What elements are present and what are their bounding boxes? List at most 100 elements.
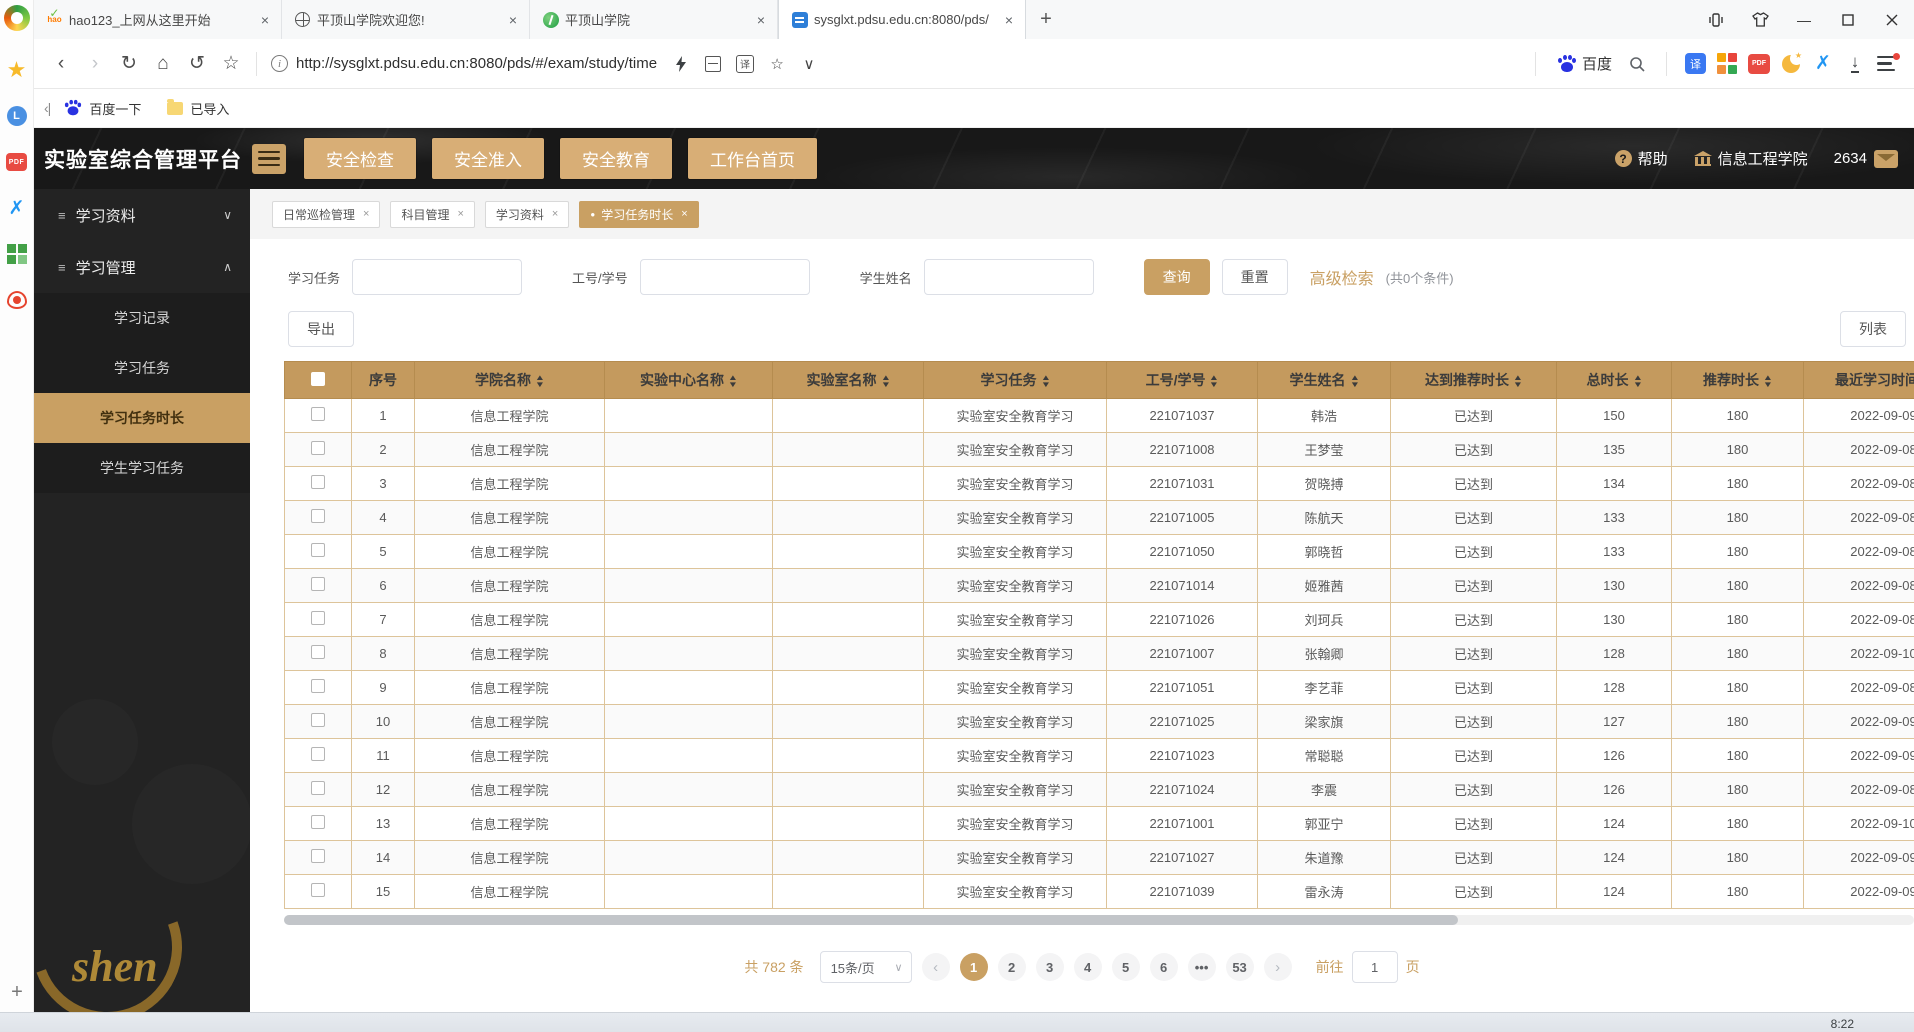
tab-close-icon[interactable]: × [363, 208, 369, 220]
goto-page-input[interactable] [1352, 951, 1398, 983]
page-button-53[interactable]: 53 [1226, 953, 1254, 981]
page-size-select[interactable]: 15条/页 ∨ [820, 951, 912, 983]
dock-add-button[interactable]: + [0, 981, 34, 1004]
sidebar-item-学习任务[interactable]: 学习任务 [34, 343, 250, 393]
page-tab-1[interactable]: 日常巡检管理× [272, 201, 380, 228]
collapse-bookmarks-icon[interactable]: ‹| [44, 100, 50, 116]
home-button[interactable]: ⌂ [146, 47, 180, 81]
browser-tab-4[interactable]: sysglxt.pdsu.edu.cn:8080/pds/× [778, 0, 1026, 39]
close-window-button[interactable] [1870, 0, 1914, 39]
sidebar-toggle-button[interactable] [252, 144, 286, 174]
tab-close-icon[interactable]: × [457, 208, 463, 220]
night-mode-icon[interactable] [1780, 53, 1802, 75]
new-tab-button[interactable]: + [1026, 0, 1066, 39]
nav-button-1[interactable]: 安全检查 [304, 138, 416, 179]
row-checkbox[interactable] [311, 407, 325, 421]
select-all-checkbox[interactable] [311, 372, 325, 386]
row-checkbox[interactable] [311, 611, 325, 625]
help-button[interactable]: ? 帮助 [1615, 148, 1668, 169]
row-checkbox[interactable] [311, 747, 325, 761]
tab-close-icon[interactable]: × [681, 208, 687, 220]
column-header-7[interactable]: 学生姓名▲▼ [1258, 362, 1391, 399]
nav-button-2[interactable]: 安全准入 [432, 138, 544, 179]
sort-icon[interactable]: ▲▼ [1514, 374, 1522, 388]
search-input-1[interactable] [352, 259, 522, 295]
column-header-3[interactable]: 实验中心名称▲▼ [605, 362, 773, 399]
browser-tab-3[interactable]: 平顶山学院× [530, 0, 778, 39]
sidebar-item-学习记录[interactable]: 学习记录 [34, 293, 250, 343]
minimize-button[interactable]: — [1782, 0, 1826, 39]
organization-label[interactable]: 信息工程学院 [1694, 148, 1808, 169]
row-checkbox[interactable] [311, 781, 325, 795]
page-button-5[interactable]: 5 [1112, 953, 1140, 981]
bookmark-imported-folder[interactable]: 已导入 [167, 99, 229, 118]
tab-close-icon[interactable]: × [1001, 12, 1017, 28]
screenshot-scissors-icon[interactable]: ✗ [1812, 53, 1834, 75]
scissors-tool-icon[interactable]: ✗ [6, 197, 28, 219]
url-text[interactable]: http://sysglxt.pdsu.edu.cn:8080/pds/#/ex… [296, 55, 657, 72]
page-button-6[interactable]: 6 [1150, 953, 1178, 981]
apps-extension-icon[interactable] [1716, 53, 1738, 75]
nav-button-3[interactable]: 安全教育 [560, 138, 672, 179]
page-tab-3[interactable]: 学习资料× [485, 201, 569, 228]
column-header-9[interactable]: 总时长▲▼ [1557, 362, 1672, 399]
browser-tab-2[interactable]: 平顶山学院欢迎您!× [282, 0, 530, 39]
weibo-icon[interactable] [7, 291, 27, 309]
theme-skin-icon[interactable] [1738, 0, 1782, 39]
column-header-4[interactable]: 实验室名称▲▼ [773, 362, 924, 399]
refresh-button[interactable]: ↻ [112, 47, 146, 81]
next-page-button[interactable]: › [1264, 953, 1292, 981]
sort-icon[interactable]: ▲▼ [1764, 374, 1772, 388]
column-header-5[interactable]: 学习任务▲▼ [924, 362, 1107, 399]
forward-button[interactable]: › [78, 47, 112, 81]
page-button-2[interactable]: 2 [998, 953, 1026, 981]
row-checkbox[interactable] [311, 679, 325, 693]
page-translate-icon[interactable]: 译 [731, 50, 759, 78]
tab-close-icon[interactable]: × [257, 12, 273, 28]
bookmark-page-button[interactable]: ☆ [214, 47, 248, 81]
downloads-icon[interactable]: ↓ [1844, 53, 1866, 75]
row-checkbox[interactable] [311, 475, 325, 489]
history-icon[interactable]: L [7, 106, 27, 126]
page-button-4[interactable]: 4 [1074, 953, 1102, 981]
sidebar-group-2[interactable]: ≡学习管理∧ [34, 241, 250, 293]
site-info-icon[interactable]: i [271, 55, 288, 72]
pdf-tool-icon[interactable]: PDF [6, 153, 27, 171]
page-button-3[interactable]: 3 [1036, 953, 1064, 981]
column-header-2[interactable]: 学院名称▲▼ [415, 362, 605, 399]
list-view-button[interactable]: 列表 [1840, 311, 1906, 347]
row-checkbox[interactable] [311, 849, 325, 863]
tab-close-icon[interactable]: × [552, 208, 558, 220]
page-tab-4[interactable]: 学习任务时长× [579, 201, 698, 228]
send-to-mobile-icon[interactable] [1694, 0, 1738, 39]
scan-qr-icon[interactable] [699, 50, 727, 78]
search-input-2[interactable] [640, 259, 810, 295]
browser-logo-icon[interactable] [4, 5, 30, 31]
query-button[interactable]: 查询 [1144, 259, 1210, 295]
url-dropdown-icon[interactable]: ∨ [795, 50, 823, 78]
favorite-star-icon[interactable]: ☆ [763, 50, 791, 78]
row-checkbox[interactable] [311, 577, 325, 591]
favorites-star-icon[interactable]: ★ [6, 59, 28, 81]
sort-icon[interactable]: ▲▼ [1210, 374, 1218, 388]
column-header-8[interactable]: 达到推荐时长▲▼ [1391, 362, 1557, 399]
scrollbar-thumb[interactable] [284, 915, 1458, 925]
translate-extension-icon[interactable]: 译 [1685, 53, 1706, 74]
messages-button[interactable]: 2634 [1834, 150, 1898, 168]
url-field[interactable]: i http://sysglxt.pdsu.edu.cn:8080/pds/#/… [265, 50, 1527, 78]
page-tab-2[interactable]: 科目管理× [390, 201, 474, 228]
row-checkbox[interactable] [311, 441, 325, 455]
find-in-page-icon[interactable] [1626, 53, 1648, 75]
row-checkbox[interactable] [311, 645, 325, 659]
search-input-3[interactable] [924, 259, 1094, 295]
prev-page-button[interactable]: ‹ [922, 953, 950, 981]
reset-button[interactable]: 重置 [1222, 259, 1288, 295]
search-engine-box[interactable]: 百度 [1544, 53, 1626, 74]
tab-close-icon[interactable]: × [505, 12, 521, 28]
sort-icon[interactable]: ▲▼ [1351, 374, 1359, 388]
row-checkbox[interactable] [311, 509, 325, 523]
horizontal-scrollbar[interactable] [284, 915, 1914, 925]
flash-icon[interactable] [667, 50, 695, 78]
page-button-1[interactable]: 1 [960, 953, 988, 981]
back-button[interactable]: ‹ [44, 47, 78, 81]
